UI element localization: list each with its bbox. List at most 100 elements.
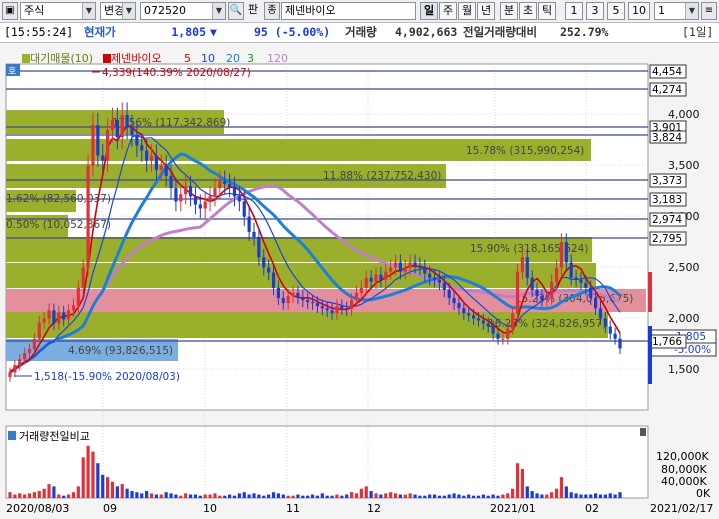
count-stepper[interactable]: 1 ▼ [654, 2, 699, 20]
candle[interactable] [491, 326, 495, 334]
candle[interactable] [515, 271, 520, 314]
candle[interactable] [159, 165, 163, 170]
period-tab-1[interactable]: 주 [439, 2, 457, 20]
number-button-3[interactable]: 10 [628, 2, 650, 20]
candle[interactable] [354, 292, 359, 301]
candle[interactable] [486, 323, 490, 327]
candle[interactable] [418, 265, 422, 268]
candle[interactable] [86, 165, 90, 268]
candle[interactable] [350, 300, 354, 310]
candle[interactable] [262, 257, 266, 268]
candle[interactable] [559, 242, 564, 268]
candle[interactable] [506, 328, 510, 339]
chevron-down-icon[interactable]: ▼ [685, 3, 698, 19]
candle[interactable] [62, 312, 66, 320]
candle[interactable] [398, 262, 402, 272]
candle[interactable] [403, 267, 407, 272]
candle[interactable] [106, 130, 110, 161]
candle[interactable] [42, 318, 46, 323]
candle[interactable] [286, 296, 290, 304]
candle[interactable] [554, 267, 559, 282]
candle[interactable] [501, 338, 505, 340]
candle[interactable] [413, 262, 417, 266]
candle[interactable] [330, 310, 334, 314]
chevron-down-icon[interactable]: ▼ [212, 3, 225, 19]
candle[interactable] [530, 277, 534, 290]
candle[interactable] [135, 135, 139, 146]
candle[interactable] [130, 127, 134, 136]
candle[interactable] [423, 267, 427, 274]
candle[interactable] [359, 287, 363, 293]
candle[interactable] [432, 277, 437, 280]
candle[interactable] [340, 306, 344, 309]
candle[interactable] [589, 287, 593, 299]
candle[interactable] [184, 186, 188, 195]
candle[interactable] [481, 320, 485, 324]
candle[interactable] [223, 181, 227, 185]
candle[interactable] [145, 150, 149, 161]
candle[interactable] [296, 292, 300, 298]
candle[interactable] [23, 353, 27, 360]
candle[interactable] [598, 308, 603, 319]
candle[interactable] [496, 333, 500, 339]
period-tab-6[interactable]: 틱 [538, 2, 556, 20]
candle[interactable] [511, 313, 515, 329]
candle[interactable] [564, 242, 568, 263]
candle[interactable] [613, 333, 617, 339]
candle[interactable] [345, 308, 349, 310]
candle[interactable] [271, 272, 276, 288]
chevron-down-icon[interactable]: ▼ [82, 3, 95, 19]
period-tab-0[interactable]: 일 [420, 2, 438, 20]
candle[interactable] [374, 274, 378, 282]
candle[interactable] [603, 318, 607, 327]
number-button-2[interactable]: 5 [607, 2, 625, 20]
candle[interactable] [594, 298, 598, 309]
candle[interactable] [193, 196, 198, 205]
candle[interactable] [584, 282, 588, 288]
candle[interactable] [437, 279, 442, 283]
candle[interactable] [408, 262, 412, 268]
candle[interactable] [213, 188, 217, 197]
candle[interactable] [252, 231, 256, 237]
candle[interactable] [198, 204, 202, 209]
candle[interactable] [164, 165, 168, 176]
window-icon[interactable]: ▣ [2, 2, 18, 20]
candle[interactable] [208, 196, 212, 202]
period-tab-3[interactable]: 년 [477, 2, 495, 20]
chart-area[interactable]: 17.56% (117,342,869) 15.78% (315,990,254… [0, 43, 719, 516]
candle[interactable] [569, 262, 573, 278]
candle[interactable] [188, 186, 193, 197]
stock-icon[interactable]: 종 [264, 2, 280, 20]
number-button-0[interactable]: 1 [565, 2, 583, 20]
candle[interactable] [379, 274, 383, 280]
candlestick-chart[interactable]: 17.56% (117,342,869) 15.78% (315,990,254… [0, 43, 719, 516]
candle[interactable] [545, 298, 549, 301]
period-tab-4[interactable]: 분 [500, 2, 518, 20]
candle[interactable] [364, 277, 368, 288]
candle[interactable] [8, 372, 12, 378]
candle[interactable] [257, 237, 261, 258]
candle[interactable] [574, 277, 578, 280]
candle[interactable] [228, 184, 232, 188]
candle[interactable] [442, 282, 446, 290]
candle[interactable] [267, 267, 271, 273]
candle[interactable] [281, 298, 285, 304]
candle[interactable] [120, 114, 124, 138]
candle[interactable] [115, 119, 119, 138]
candle[interactable] [154, 155, 158, 170]
candle[interactable] [247, 216, 251, 232]
candle[interactable] [540, 296, 544, 301]
candle[interactable] [452, 298, 456, 304]
candle[interactable] [579, 279, 583, 283]
candle[interactable] [301, 297, 305, 301]
candle[interactable] [472, 315, 476, 319]
chevron-down-icon[interactable]: ▼ [122, 3, 135, 19]
candle[interactable] [91, 125, 95, 166]
menu-icon[interactable]: ≡ [701, 2, 717, 20]
candle[interactable] [125, 114, 129, 128]
candle[interactable] [110, 119, 115, 131]
candle[interactable] [18, 359, 22, 366]
candle[interactable] [384, 271, 388, 280]
candle[interactable] [66, 310, 71, 320]
candle[interactable] [76, 287, 80, 306]
